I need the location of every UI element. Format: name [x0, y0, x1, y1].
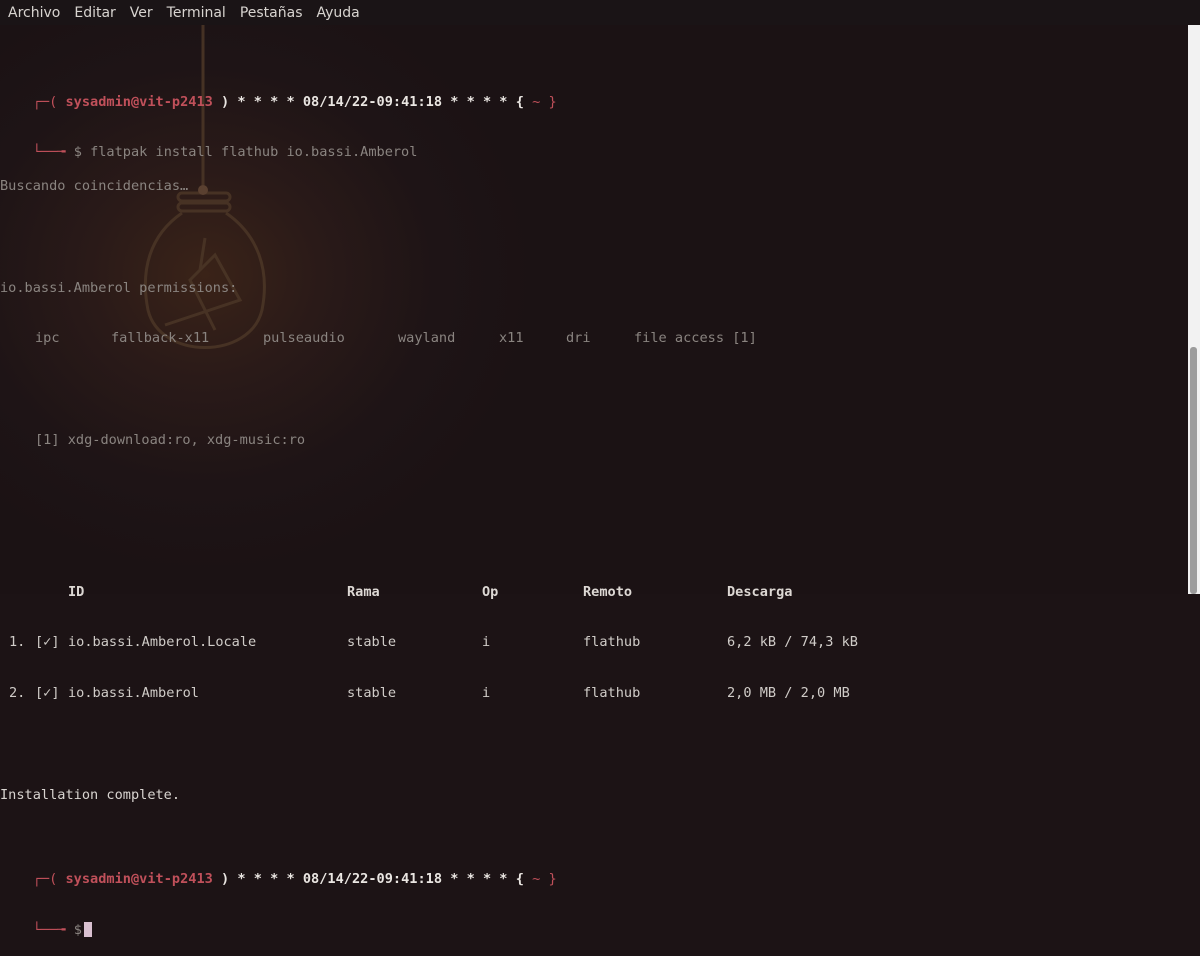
menu-pestanas[interactable]: Pestañas	[233, 5, 310, 21]
table-row: 1. [✓] io.bassi.Amberol.Locale stable i …	[9, 634, 858, 651]
command-text: flatpak install flathub io.bassi.Amberol	[90, 144, 418, 161]
permissions-line: ipc fallback-x11 pulseaudio wayland x11 …	[35, 330, 757, 347]
menu-editar[interactable]: Editar	[67, 5, 122, 21]
prompt-user: sysadmin@vit-p2413	[65, 871, 213, 888]
output-line: Installation complete.	[0, 786, 181, 803]
prompt-datetime: 08/14/22-09:41:18	[302, 871, 443, 888]
menu-archivo[interactable]: Archivo	[0, 5, 67, 21]
input-line[interactable]: └──╼ $	[0, 905, 1188, 938]
table-header: ID Rama Op Remoto Descarga	[68, 583, 793, 600]
menu-ver[interactable]: Ver	[123, 5, 160, 21]
text-cursor	[83, 922, 92, 938]
scrollbar-thumb[interactable]	[1190, 347, 1197, 594]
prompt-line: ┌─( sysadmin@vit-p2413 ) * * * * 08/14/2…	[32, 93, 557, 110]
command-line: └──╼ $ flatpak install flathub io.bassi.…	[32, 144, 418, 161]
output-line: io.bassi.Amberol permissions:	[0, 279, 238, 296]
prompt-user: sysadmin@vit-p2413	[65, 93, 213, 110]
scrollbar[interactable]	[1188, 25, 1200, 594]
terminal-output[interactable]: ┌─( sysadmin@vit-p2413 ) * * * * 08/14/2…	[0, 26, 1188, 939]
output-line: Buscando coincidencias…	[0, 178, 189, 195]
prompt-datetime: 08/14/22-09:41:18	[302, 93, 443, 110]
prompt-line: ┌─( sysadmin@vit-p2413 ) * * * * 08/14/2…	[32, 871, 557, 888]
menu-terminal[interactable]: Terminal	[160, 5, 233, 21]
output-line: [1] xdg-download:ro, xdg-music:ro	[35, 431, 306, 448]
menu-ayuda[interactable]: Ayuda	[310, 5, 367, 21]
table-row: 2. [✓] io.bassi.Amberol stable i flathub…	[9, 685, 850, 702]
menu-bar: Archivo Editar Ver Terminal Pestañas Ayu…	[0, 0, 1200, 25]
